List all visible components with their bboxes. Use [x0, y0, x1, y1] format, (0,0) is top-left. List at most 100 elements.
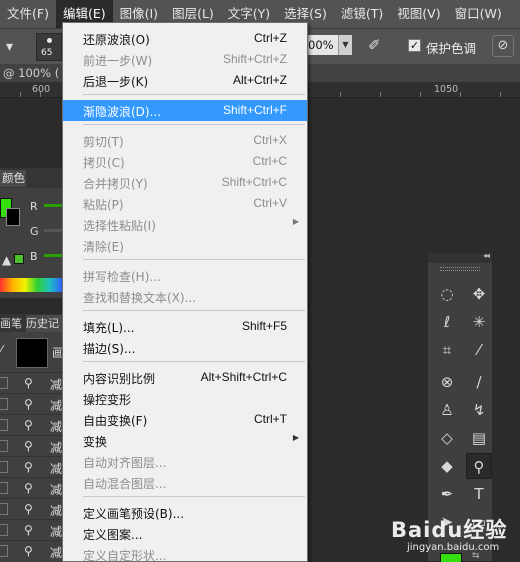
menu-item-shortcut: Shift+Ctrl+Z	[222, 52, 287, 66]
zoom-state-icon: ⚲	[24, 523, 33, 537]
web-safe-color-swatch[interactable]	[14, 254, 24, 264]
menu-item[interactable]: 定义自定形状...	[63, 544, 307, 561]
history-state-checkbox[interactable]	[0, 482, 8, 494]
menu-item-label: 前进一步(W)	[83, 54, 153, 68]
history-row-label: 减	[50, 546, 63, 560]
menu-item-label: 内容识别比例	[83, 372, 156, 386]
history-state-checkbox[interactable]	[0, 503, 8, 515]
history-row[interactable]: ⚲ 减	[0, 372, 62, 393]
history-row-label: 减	[50, 399, 63, 413]
chevron-down-icon[interactable]: ▼	[338, 35, 352, 55]
tab-brush[interactable]: 画笔	[0, 315, 24, 332]
channel-r-slider[interactable]	[44, 204, 62, 207]
menu-item[interactable]: 粘贴(P) Ctrl+V	[63, 193, 307, 214]
history-row[interactable]: ⚲ 减	[0, 456, 62, 477]
tab-color[interactable]: 颜色	[0, 170, 26, 187]
menu-item[interactable]: 自动混合图层...	[63, 472, 307, 493]
brush-dropdown-icon[interactable]: ▾	[6, 39, 13, 55]
menu-item[interactable]: 描边(S)...	[63, 337, 307, 358]
menu-file[interactable]: 文件(F)	[0, 0, 56, 28]
marquee-tool-icon[interactable]: ◌	[434, 281, 460, 307]
document-tab[interactable]: @ 100% (	[0, 64, 62, 82]
menu-item[interactable]: 合并拷贝(Y) Shift+Ctrl+C	[63, 172, 307, 193]
watermark-logo: Baidu经验	[391, 518, 508, 542]
lasso-tool-icon[interactable]: ℓ	[434, 309, 460, 335]
airbrush-icon[interactable]: ✐	[368, 36, 381, 54]
submenu-arrow-icon: ▶	[292, 217, 299, 226]
eyedropper-tool-icon[interactable]: ⁄	[466, 337, 492, 363]
menu-item[interactable]: 清除(E)	[63, 235, 307, 256]
history-state-checkbox[interactable]	[0, 461, 8, 473]
protect-color-checkbox[interactable]: ✓	[408, 39, 421, 52]
history-row[interactable]: ⚲ 减	[0, 414, 62, 435]
flow-select[interactable]: 00% ▼	[306, 35, 352, 55]
move-tool-icon[interactable]: ✥	[466, 281, 492, 307]
ruler-tick	[340, 92, 341, 97]
channel-g-slider[interactable]	[44, 229, 62, 232]
brush-tool-icon[interactable]: ∕	[466, 369, 492, 395]
healing-brush-tool-icon[interactable]: ⊗	[434, 369, 460, 395]
history-row[interactable]: ⚲ 减	[0, 477, 62, 498]
history-row[interactable]: ⚲ 减	[0, 540, 62, 561]
menu-item[interactable]: 查找和替换文本(X)...	[63, 286, 307, 307]
menu-item[interactable]: 后退一步(K) Alt+Ctrl+Z	[63, 70, 307, 91]
menu-window[interactable]: 窗口(W)	[448, 0, 509, 28]
history-panel: 画笔 历史记 ⁄ 画 ⚲ 减 ⚲ 减 ⚲ 减 ⚲ 减 ⚲ 减 ⚲ 减 ⚲ 减 ⚲ 减 ⚲ 减	[0, 314, 64, 562]
menu-item[interactable]: 拷贝(C) Ctrl+C	[63, 151, 307, 172]
menu-item[interactable]: 剪切(T) Ctrl+X	[63, 130, 307, 151]
tablet-pressure-icon[interactable]: ⊘	[492, 35, 514, 57]
gradient-tool-icon[interactable]: ▤	[466, 425, 492, 451]
menu-item[interactable]: 定义画笔预设(B)...	[63, 502, 307, 523]
tab-history[interactable]: 历史记	[26, 315, 62, 332]
zoom-tool-icon[interactable]: ⚲	[466, 453, 492, 479]
menu-item[interactable]: 定义图案...	[63, 523, 307, 544]
channel-g-label: G	[30, 225, 39, 238]
collapse-panel-icon[interactable]: ◂◂	[483, 251, 490, 260]
menu-filter[interactable]: 滤镜(T)	[334, 0, 390, 28]
history-state-checkbox[interactable]	[0, 377, 8, 389]
menu-item[interactable]: 选择性粘贴(I) ▶	[63, 214, 307, 235]
channel-b-slider[interactable]	[44, 254, 62, 257]
panel-grip[interactable]	[440, 267, 480, 271]
history-snapshot-thumbnail[interactable]	[16, 338, 48, 368]
menu-item[interactable]: 操控变形	[63, 388, 307, 409]
menu-item[interactable]: 自动对齐图层...	[63, 451, 307, 472]
history-state-checkbox[interactable]	[0, 524, 8, 536]
background-color-swatch[interactable]	[6, 208, 20, 226]
history-state-checkbox[interactable]	[0, 398, 8, 410]
menu-item[interactable]: 渐隐波浪(D)... Shift+Ctrl+F	[63, 100, 307, 121]
snapshot-brush-icon[interactable]: ⁄	[0, 344, 2, 359]
gamut-warning-icon[interactable]: ▲	[2, 253, 11, 267]
history-row[interactable]: ⚲ 减	[0, 519, 62, 540]
history-state-checkbox[interactable]	[0, 419, 8, 431]
menu-item[interactable]: 自由变换(F) Ctrl+T	[63, 409, 307, 430]
color-spectrum-bar[interactable]	[0, 278, 62, 292]
menu-item[interactable]: 拼写检查(H)...	[63, 265, 307, 286]
menu-item[interactable]: 前进一步(W) Shift+Ctrl+Z	[63, 49, 307, 70]
eraser-tool-icon[interactable]: ◇	[434, 425, 460, 451]
history-row[interactable]: ⚲ 减	[0, 498, 62, 519]
channel-b-label: B	[30, 250, 38, 263]
document-tab-bar	[308, 64, 520, 82]
menu-item[interactable]: 填充(L)... Shift+F5	[63, 316, 307, 337]
menu-item[interactable]: 还原波浪(O) Ctrl+Z	[63, 28, 307, 49]
color-panel: 颜色 R G B ▲	[0, 168, 62, 298]
menu-item[interactable]: 变换 ▶	[63, 430, 307, 451]
history-row[interactable]: ⚲ 减	[0, 435, 62, 456]
history-state-checkbox[interactable]	[0, 440, 8, 452]
crop-tool-icon[interactable]: ⌗	[434, 337, 460, 363]
history-row-label: 减	[50, 420, 63, 434]
magic-wand-tool-icon[interactable]: ✳	[466, 309, 492, 335]
menu-separator	[83, 259, 305, 260]
history-row[interactable]: ⚲ 减	[0, 393, 62, 414]
brush-preset-picker[interactable]: 65	[36, 33, 62, 61]
history-brush-tool-icon[interactable]: ↯	[466, 397, 492, 423]
blur-tool-icon[interactable]: ◆	[434, 453, 460, 479]
submenu-arrow-icon: ▶	[292, 433, 299, 442]
clone-stamp-tool-icon[interactable]: ♙	[434, 397, 460, 423]
ruler-tick	[20, 92, 21, 97]
menu-item[interactable]: 内容识别比例 Alt+Shift+Ctrl+C	[63, 367, 307, 388]
menu-view[interactable]: 视图(V)	[390, 0, 447, 28]
menu-item-label: 描边(S)...	[83, 342, 136, 356]
history-state-checkbox[interactable]	[0, 545, 8, 557]
